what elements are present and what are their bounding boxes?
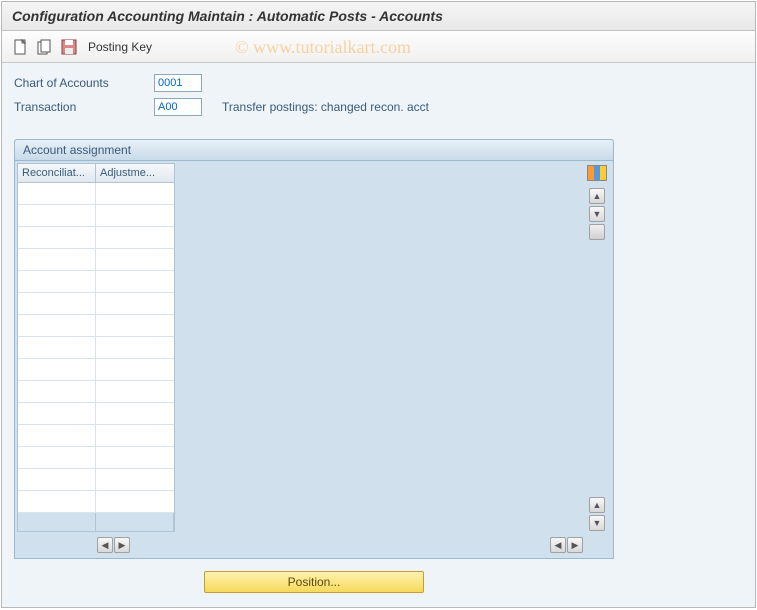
horizontal-scrollbar: ◀ ▶ ◀ ▶ <box>15 534 613 558</box>
position-button[interactable]: Position... <box>204 571 424 593</box>
table-cell[interactable] <box>18 227 96 248</box>
table-summary-row <box>18 513 174 531</box>
table-cell[interactable] <box>18 293 96 314</box>
table-cell[interactable] <box>96 293 174 314</box>
table-cell[interactable] <box>18 491 96 512</box>
page-title: Configuration Accounting Maintain : Auto… <box>2 2 755 31</box>
table-cell[interactable] <box>18 447 96 468</box>
scroll-left-button-2[interactable]: ◀ <box>550 537 566 553</box>
new-icon[interactable] <box>12 38 30 56</box>
transaction-desc: Transfer postings: changed recon. acct <box>222 100 429 114</box>
scroll-right-button-2[interactable]: ▶ <box>567 537 583 553</box>
table-cell[interactable] <box>18 271 96 292</box>
scroll-up-button-2[interactable]: ▲ <box>589 497 605 513</box>
table-cell[interactable] <box>18 183 96 204</box>
table-cell[interactable] <box>96 249 174 270</box>
table-row[interactable] <box>18 249 174 271</box>
table-cell[interactable] <box>18 205 96 226</box>
transaction-input[interactable] <box>154 98 202 116</box>
table-row[interactable] <box>18 183 174 205</box>
table-cell[interactable] <box>96 359 174 380</box>
table-row[interactable] <box>18 205 174 227</box>
copy-icon[interactable] <box>36 38 54 56</box>
scroll-up-button[interactable]: ▲ <box>589 188 605 204</box>
scroll-left-button[interactable]: ◀ <box>97 537 113 553</box>
table-row[interactable] <box>18 491 174 513</box>
table-settings-icon[interactable] <box>587 165 607 181</box>
table-row[interactable] <box>18 359 174 381</box>
scroll-thumb[interactable] <box>589 224 605 240</box>
transaction-label: Transaction <box>14 100 154 114</box>
table-cell[interactable] <box>96 337 174 358</box>
panel-header: Account assignment <box>15 140 613 161</box>
table-row[interactable] <box>18 315 174 337</box>
table-cell[interactable] <box>18 403 96 424</box>
table-row[interactable] <box>18 271 174 293</box>
table-cell[interactable] <box>96 469 174 490</box>
table-cell[interactable] <box>96 425 174 446</box>
table-row[interactable] <box>18 447 174 469</box>
table-cell[interactable] <box>96 447 174 468</box>
table-cell[interactable] <box>96 381 174 402</box>
table-cell[interactable] <box>18 249 96 270</box>
table-cell[interactable] <box>18 337 96 358</box>
table-cell[interactable] <box>96 183 174 204</box>
toolbar: Posting Key <box>2 31 755 63</box>
table-cell[interactable] <box>96 491 174 512</box>
table-row[interactable] <box>18 469 174 491</box>
table-row[interactable] <box>18 425 174 447</box>
table-row[interactable] <box>18 337 174 359</box>
column-header-reconciliation[interactable]: Reconciliat... <box>18 164 96 182</box>
chart-of-accounts-label: Chart of Accounts <box>14 76 154 90</box>
scroll-down-button[interactable]: ▼ <box>589 206 605 222</box>
assignment-table: Reconciliat... Adjustme... <box>17 163 175 532</box>
table-cell[interactable] <box>18 359 96 380</box>
table-cell[interactable] <box>18 425 96 446</box>
table-row[interactable] <box>18 381 174 403</box>
table-cell[interactable] <box>96 205 174 226</box>
table-row[interactable] <box>18 403 174 425</box>
table-cell[interactable] <box>96 315 174 336</box>
account-assignment-panel: Account assignment Reconciliat... Adjust… <box>14 139 614 559</box>
scroll-down-button-2[interactable]: ▼ <box>589 515 605 531</box>
scroll-right-button[interactable]: ▶ <box>114 537 130 553</box>
table-cell[interactable] <box>18 469 96 490</box>
table-cell[interactable] <box>96 271 174 292</box>
table-cell[interactable] <box>96 403 174 424</box>
table-cell[interactable] <box>18 381 96 402</box>
form-area: Chart of Accounts Transaction Transfer p… <box>2 63 755 127</box>
chart-of-accounts-input[interactable] <box>154 74 202 92</box>
posting-key-button[interactable]: Posting Key <box>88 40 152 54</box>
table-cell[interactable] <box>18 315 96 336</box>
table-cell[interactable] <box>96 227 174 248</box>
column-header-adjustment[interactable]: Adjustme... <box>96 164 174 182</box>
table-row[interactable] <box>18 293 174 315</box>
table-row[interactable] <box>18 227 174 249</box>
save-icon[interactable] <box>60 38 78 56</box>
